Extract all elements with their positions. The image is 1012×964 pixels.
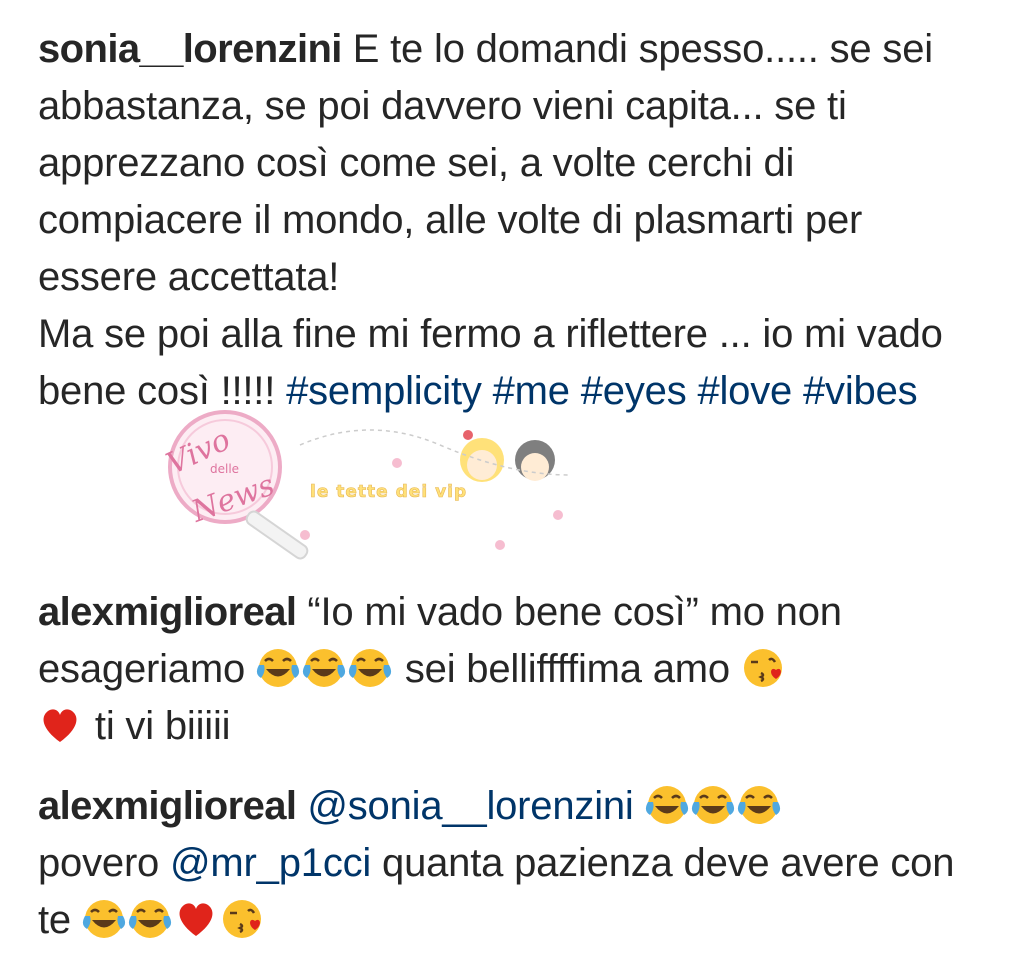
watermark: Vivo delle News le tette dei vip <box>150 405 590 570</box>
face-with-tears-of-joy-icon <box>737 783 781 827</box>
comment-3: alexmiglioreal @sonia__lorenzini povero … <box>38 778 988 949</box>
face-with-tears-of-joy-icon <box>302 646 346 690</box>
watermark-text-vivo: Vivo <box>161 422 235 482</box>
watermark-text-delle: delle <box>210 462 239 476</box>
face-with-tears-of-joy-icon <box>645 783 689 827</box>
comment-username[interactable]: alexmiglioreal <box>38 784 297 828</box>
hashtag-link[interactable]: #semplicity <box>286 369 482 413</box>
red-heart-icon <box>174 897 218 941</box>
hashtag-link[interactable]: #love <box>697 369 792 413</box>
comment-username[interactable]: alexmiglioreal <box>38 590 297 634</box>
face-with-tears-of-joy-icon <box>691 783 735 827</box>
face-with-tears-of-joy-icon <box>256 646 300 690</box>
face-with-tears-of-joy-icon <box>128 897 172 941</box>
mention-link[interactable]: @sonia__lorenzini <box>307 784 633 828</box>
watermark-graphic: Vivo delle News le tette dei vip <box>161 410 571 560</box>
face-blowing-kiss-icon <box>220 897 264 941</box>
comment-text: sei belliffffima amo <box>404 647 730 691</box>
watermark-text-news: News <box>186 468 279 530</box>
face-blowing-kiss-icon <box>741 646 785 690</box>
watermark-text-right: le tette dei vip <box>310 482 467 502</box>
hashtag-link[interactable]: #vibes <box>803 369 918 413</box>
face-with-tears-of-joy-icon <box>348 646 392 690</box>
comment-text: povero <box>38 841 160 885</box>
hashtag-link[interactable]: #me <box>493 369 570 413</box>
comment-text: ti vi biiiii <box>94 704 231 748</box>
face-with-tears-of-joy-icon <box>82 897 126 941</box>
comment-2: alexmiglioreal “Io mi vado bene così” mo… <box>38 584 988 755</box>
comment-1: sonia__lorenzini E te lo domandi spesso.… <box>38 21 988 420</box>
mention-link[interactable]: @mr_p1cci <box>170 841 371 885</box>
comment-username[interactable]: sonia__lorenzini <box>38 27 342 71</box>
red-heart-icon <box>38 703 82 747</box>
hashtag-link[interactable]: #eyes <box>581 369 687 413</box>
